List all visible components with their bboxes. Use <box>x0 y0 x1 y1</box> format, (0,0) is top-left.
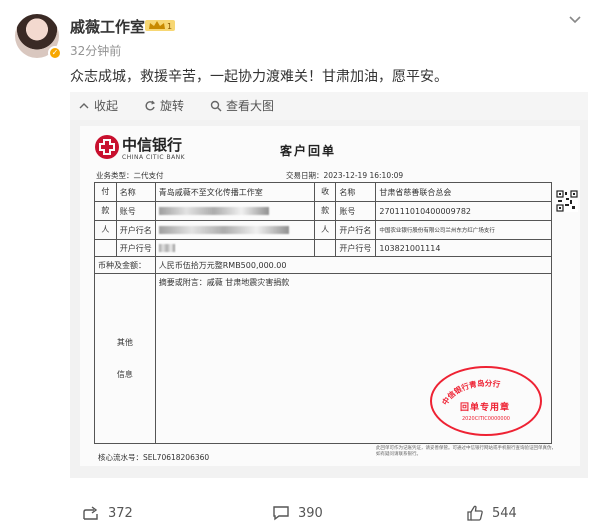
like-count: 544 <box>492 505 517 521</box>
share-count: 372 <box>108 505 133 521</box>
rotate-icon <box>145 100 156 111</box>
payer-label-3: 人 <box>94 220 117 240</box>
view-large-label: 查看大图 <box>226 99 275 113</box>
business-type: 业务类型：二代支付 <box>96 171 164 180</box>
author-name[interactable]: 戚薇工作室 <box>70 16 145 37</box>
citic-bank-logo-icon <box>95 135 119 159</box>
post-timestamp: 32分钟前 <box>70 44 122 58</box>
payer-name-label: 名称 <box>115 182 156 202</box>
bank-name: 中信银行 <box>122 136 183 154</box>
payer-bank-label: 开户行名 <box>115 220 156 240</box>
payee-label-1: 收 <box>313 182 337 202</box>
crown-icon: 1 <box>145 20 175 31</box>
payer-label-1: 付 <box>94 182 117 202</box>
post-image[interactable]: 中信银行 CHINA CITIC BANK 客户回单 业务类型：二代支付 交易日… <box>70 120 588 478</box>
payee-blank <box>313 239 337 257</box>
stamp-label: 回单专用章 <box>460 403 511 413</box>
rotate-button[interactable]: 旋转 <box>144 92 184 120</box>
thumbs-up-icon <box>467 505 483 521</box>
payer-bank-redacted <box>154 220 315 240</box>
payee-account-label: 账号 <box>335 201 377 221</box>
share-icon <box>83 506 98 520</box>
share-button[interactable]: 372 <box>82 503 133 523</box>
comment-count: 390 <box>298 505 323 521</box>
payee-label-3: 人 <box>313 220 337 240</box>
currency-label: 币种及金额： <box>94 256 156 274</box>
payee-bank: 中国农业银行股份有限公司兰州东方红广场支行 <box>375 220 552 240</box>
serial-number: 核心流水号：SEL70618206360 <box>98 453 210 462</box>
collapse-label: 收起 <box>94 99 119 113</box>
chevron-down-icon[interactable] <box>568 14 582 24</box>
bank-receipt: 中信银行 CHINA CITIC BANK 客户回单 业务类型：二代支付 交易日… <box>80 126 580 466</box>
payer-account-label: 账号 <box>115 201 156 221</box>
qr-code-icon <box>556 190 578 212</box>
trade-date: 交易日期：2023-12-19 16:10:09 <box>286 171 404 180</box>
official-stamp: 中信银行青岛分行 回单专用章 2020CITIC0000000 <box>430 366 542 436</box>
collapse-button[interactable]: 收起 <box>78 92 118 120</box>
payer-account-redacted <box>154 201 315 221</box>
payee-label-2: 款 <box>313 201 337 221</box>
post-text: 众志成城，救援辛苦，一起协力渡难关！甘肃加油，愿平安。 <box>70 69 448 85</box>
amount: 人民币伍拾万元整RMB500,000.00 <box>154 256 553 274</box>
collapse-icon <box>79 103 89 109</box>
payee-bank-no: 103821001114 <box>375 239 552 257</box>
svg-text:1: 1 <box>167 22 172 31</box>
comment-icon <box>273 506 289 521</box>
receipt-footnote: 此回单可作为记账凭证，请妥善保管。可通过中信银行网站或手机银行查询验证回单真伪，… <box>376 446 556 457</box>
payee-bank-no-label: 开户行号 <box>335 239 377 257</box>
receipt-title: 客户回单 <box>280 144 337 158</box>
rotate-label: 旋转 <box>160 99 185 113</box>
payer-label-2: 款 <box>94 201 117 221</box>
payee-bank-label: 开户行名 <box>335 220 377 240</box>
zoom-icon <box>210 100 222 112</box>
payer-name: 青岛戚薇不至文化传播工作室 <box>154 182 315 202</box>
stamp-number: 2020CITIC0000000 <box>462 416 510 422</box>
post-actions: 372 390 544 <box>0 497 600 531</box>
verified-badge-icon: ✓ <box>48 46 62 60</box>
post-header: ✓ 戚薇工作室 1 32分钟前 <box>0 0 600 62</box>
comment-button[interactable]: 390 <box>272 503 323 523</box>
bank-name-english: CHINA CITIC BANK <box>122 154 186 161</box>
like-button[interactable]: 544 <box>466 503 517 523</box>
payer-bank-no-label: 开户行号 <box>115 239 156 257</box>
payer-bank-no-redacted <box>154 239 315 257</box>
view-large-button[interactable]: 查看大图 <box>210 92 274 120</box>
payee-name-label: 名称 <box>335 182 377 202</box>
payer-blank <box>94 239 117 257</box>
payee-account: 270111010400009782 <box>375 201 552 221</box>
other-info-label: 其他 信息 <box>94 273 156 444</box>
payee-name: 甘肃省慈善联合总会 <box>375 182 552 202</box>
media-toolbar: 收起 旋转 查看大图 <box>70 92 588 120</box>
